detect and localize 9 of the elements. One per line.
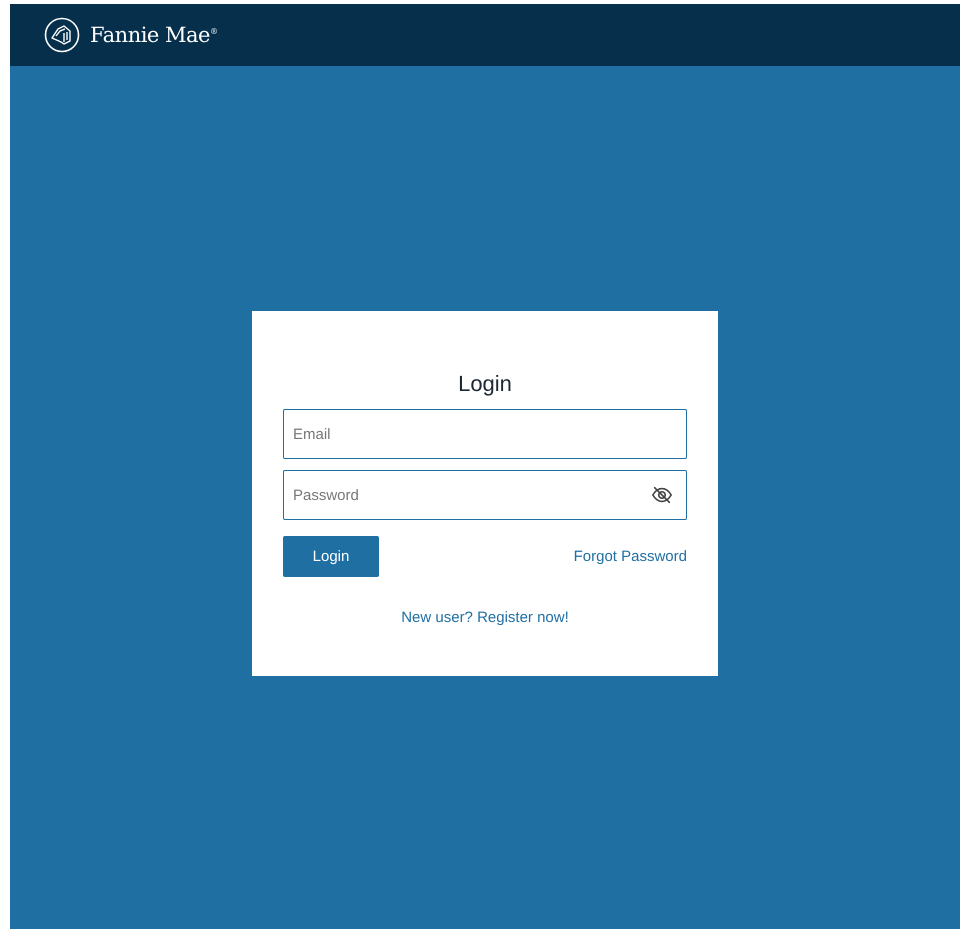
register-link[interactable]: New user? Register now! [401, 609, 569, 626]
password-field[interactable]: Password [283, 470, 687, 520]
brand-name: Fannie Mae$^{®}$ [90, 23, 218, 47]
forgot-password-link[interactable]: Forgot Password [574, 548, 687, 565]
hidden-eye-icon[interactable] [651, 484, 673, 506]
house-logo-icon [44, 17, 80, 53]
email-field[interactable]: Email [283, 409, 687, 459]
login-title: Login [458, 371, 512, 397]
login-button[interactable]: Login [283, 536, 379, 577]
